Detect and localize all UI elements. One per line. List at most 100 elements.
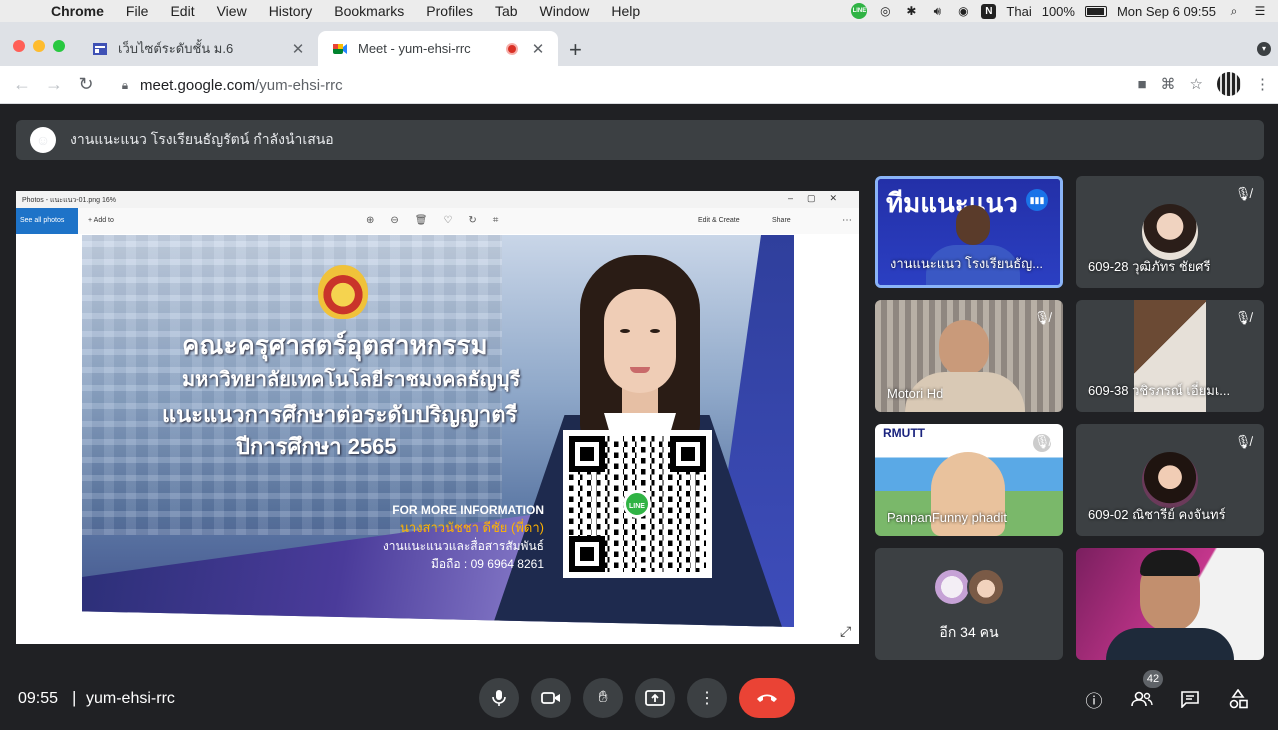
battery-percent: 100% [1041, 3, 1075, 19]
participant-tile[interactable]: 🎙︎̸ 609-02 ณิชารีย์ คงจันทร์ [1076, 424, 1264, 536]
camera-button[interactable] [531, 678, 571, 718]
menu-window[interactable]: Window [529, 3, 601, 19]
separator: | [72, 688, 77, 707]
info-phone: มือถือ : 09 6964 8261 [431, 557, 544, 571]
mac-menu-bar: Chrome File Edit View History Bookmarks … [0, 0, 1278, 22]
contact-info: FOR MORE INFORMATION นางสาวนัชชา ดีชัย (… [372, 501, 544, 573]
raise-hand-button[interactable]: ✋︎ [583, 678, 623, 718]
participant-shirt [1106, 628, 1234, 660]
tile-banner: ทีมแนะแนว [886, 188, 1018, 218]
participant-tile[interactable]: 🎙︎̸ Motori Hd [875, 300, 1063, 412]
close-window-button[interactable] [13, 40, 25, 52]
bluetooth-icon[interactable]: ✱ [903, 4, 919, 18]
participant-tile[interactable]: 🎙︎̸ 609-38 วชิรภรณ์ เอี่ยมเ... [1076, 300, 1264, 412]
participant-name: 609-28 วุฒิภัทร ชัยศรี [1088, 259, 1211, 274]
mic-off-icon: 🎙︎̸ [1234, 186, 1252, 201]
participant-tile[interactable]: RMUTT 🎙︎̸ PanpanFunny phadit [875, 424, 1063, 536]
present-screen-icon [645, 690, 665, 706]
tab-title: เว็บไซต์ระดับชั้น ม.6 [118, 41, 234, 56]
menu-file[interactable]: File [115, 3, 160, 19]
back-icon[interactable]: ← [6, 74, 38, 95]
leave-call-button[interactable] [739, 678, 795, 718]
menu-view[interactable]: View [206, 3, 258, 19]
slide-line-1: คณะครุศาสตร์อุตสาหกรรม [182, 330, 488, 360]
creative-cloud-icon[interactable]: ◎ [877, 4, 893, 18]
mic-off-icon: 🎙︎̸ [1033, 310, 1051, 325]
menu-chrome[interactable]: Chrome [40, 3, 115, 19]
participant-avatar [1142, 452, 1198, 508]
menu-bookmarks[interactable]: Bookmarks [323, 3, 415, 19]
notion-icon[interactable]: N [981, 3, 997, 19]
shared-screen[interactable]: Photos - แนะแนว-01.png 16% –▢✕ See all p… [16, 191, 859, 644]
meeting-details-button[interactable]: ⓘ [1081, 686, 1107, 712]
meet-control-bar: 09:55 | yum-ehsi-rrc ✋︎ ⋮ ⓘ 42 [0, 666, 1278, 730]
camera-in-use-icon[interactable]: ■ [1137, 76, 1146, 93]
add-to-button: + Add to [88, 217, 114, 224]
volume-icon[interactable]: 🔊︎ [929, 4, 945, 18]
mic-off-icon: 🎙︎̸ [1234, 434, 1252, 449]
university-seal-icon [318, 265, 368, 319]
slide-line-3: แนะแนวการศึกษาต่อระดับปริญญาตรี [162, 402, 518, 427]
participant-face [939, 320, 989, 376]
meeting-time: 09:55 [18, 690, 59, 707]
end-call-icon [757, 694, 777, 702]
battery-icon[interactable] [1084, 5, 1107, 17]
tab-search-icon[interactable]: ▾ [1257, 42, 1271, 56]
translate-icon[interactable]: ⌘ [1161, 75, 1176, 93]
more-participants-tile[interactable]: อีก 34 คน [875, 548, 1063, 660]
participant-tile[interactable] [1076, 548, 1264, 660]
chrome-menu-icon[interactable]: ⋮ [1255, 75, 1270, 93]
tab-meet[interactable]: Meet - yum-ehsi-rrc ✕ [318, 31, 558, 66]
menubar-clock[interactable]: Mon Sep 6 09:55 [1117, 4, 1216, 19]
meeting-code: yum-ehsi-rrc [86, 690, 175, 707]
more-options-button[interactable]: ⋮ [687, 678, 727, 718]
microphone-icon [492, 690, 506, 706]
reload-icon[interactable]: ↻ [70, 74, 102, 95]
mic-off-icon: 🎙︎̸ [1234, 310, 1252, 325]
lock-icon[interactable]: 🔒︎ [110, 78, 140, 93]
control-center-icon[interactable]: ☰ [1252, 4, 1268, 18]
menu-edit[interactable]: Edit [159, 3, 205, 19]
menu-help[interactable]: Help [600, 3, 651, 19]
menu-tab[interactable]: Tab [484, 3, 529, 19]
menu-profiles[interactable]: Profiles [415, 3, 484, 19]
input-source[interactable]: Thai [1006, 4, 1031, 19]
people-count-badge: 42 [1143, 670, 1163, 688]
chat-button[interactable] [1177, 686, 1203, 712]
zoom-window-button[interactable] [53, 40, 65, 52]
tab-title: Meet - yum-ehsi-rrc [358, 41, 471, 56]
activities-button[interactable] [1225, 686, 1251, 712]
speaker-face [956, 205, 990, 245]
tab-close-icon[interactable]: ✕ [528, 40, 548, 58]
participant-tile[interactable]: ทีมแนะแนว ▮▮▮ งานแนะแนว โรงเรียนธัญ... [875, 176, 1063, 288]
tab-close-icon[interactable]: ✕ [288, 40, 308, 58]
photos-title: Photos - แนะแนว-01.png 16% [22, 197, 116, 204]
forward-icon[interactable]: → [38, 74, 70, 95]
line-status-icon[interactable]: LINE [851, 3, 868, 19]
people-button[interactable] [1129, 686, 1155, 712]
minimize-window-button[interactable] [33, 40, 45, 52]
slide-line-2: มหาวิทยาลัยเทคโนโลยีราชมงคลธัญบุรี [182, 369, 521, 391]
spotlight-search-icon[interactable]: ⌕ [1226, 4, 1242, 18]
url-path: /yum-ehsi-rrc [255, 76, 343, 94]
new-tab-button[interactable]: + [569, 37, 582, 63]
participant-name: 609-38 วชิรภรณ์ เอี่ยมเ... [1088, 383, 1231, 398]
presenting-banner: ☺ งานแนะแนว โรงเรียนธัญรัตน์ กำลังนำเสนอ [16, 120, 1264, 160]
present-now-button[interactable] [635, 678, 675, 718]
participant-name: งานแนะแนว โรงเรียนธัญ... [890, 256, 1044, 271]
more-icon: ⋯ [842, 215, 852, 226]
screen-record-icon[interactable]: ◉ [955, 4, 971, 18]
address-bar[interactable]: 🔒︎ meet.google.com/yum-ehsi-rrc [110, 70, 1110, 100]
rmutt-logo: RMUTT [883, 426, 925, 440]
menu-history[interactable]: History [258, 3, 324, 19]
profile-avatar[interactable] [1217, 72, 1241, 96]
info-name: นางสาวนัชชา ดีชัย (พี่ดา) [400, 520, 544, 535]
participant-tile[interactable]: 🎙︎̸ 609-28 วุฒิภัทร ชัยศรี [1076, 176, 1264, 288]
microphone-button[interactable] [479, 678, 519, 718]
bookmark-star-icon[interactable]: ☆ [1190, 75, 1203, 93]
expand-icon[interactable]: ⤢ [840, 623, 851, 640]
tab-website-m6[interactable]: เว็บไซต์ระดับชั้น ม.6 ✕ [78, 31, 318, 66]
photos-toolbar: See all photos + Add to ⊕⊖🗑︎♡↻⌗ Edit & C… [16, 208, 859, 234]
add-to-label: Add to [93, 217, 114, 224]
tab-strip: เว็บไซต์ระดับชั้น ม.6 ✕ Meet - yum-ehsi-… [0, 22, 1278, 66]
